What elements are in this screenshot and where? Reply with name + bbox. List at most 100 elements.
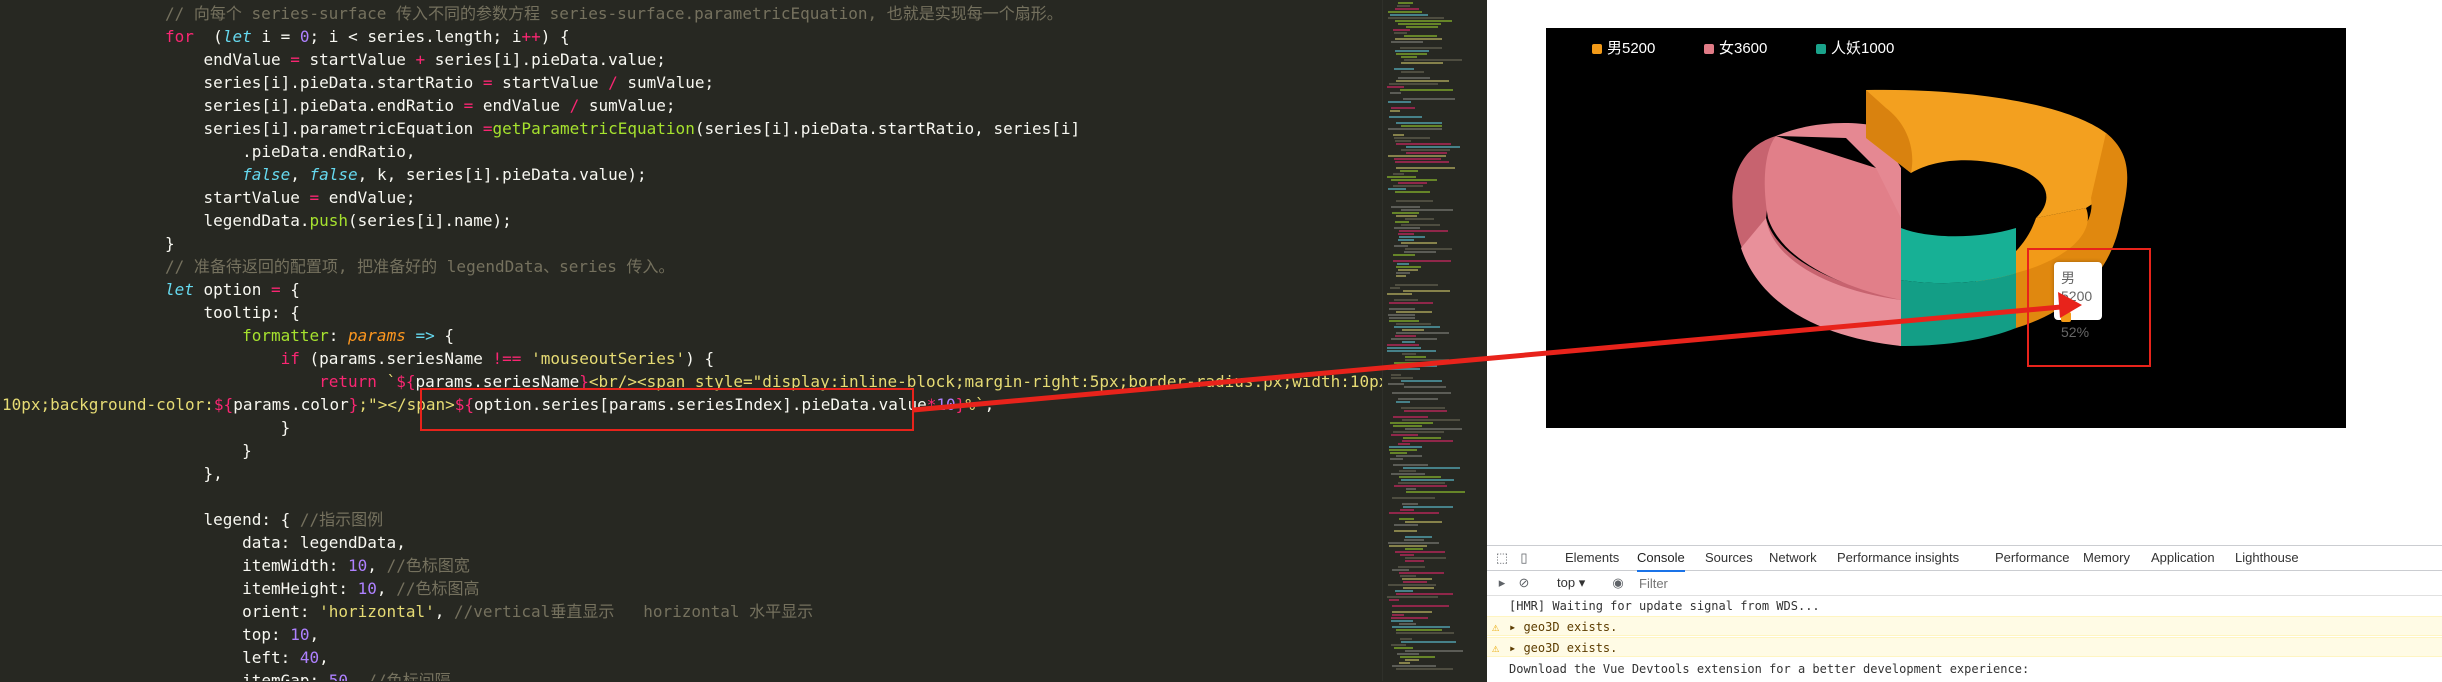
minimap-line (1401, 224, 1440, 226)
minimap-line (1393, 431, 1444, 433)
minimap-line (1398, 23, 1441, 25)
code-line[interactable]: series[i].pieData.endRatio = endValue / … (165, 94, 676, 117)
code-line[interactable]: tooltip: { (165, 301, 300, 324)
minimap-line (1398, 239, 1414, 241)
code-line[interactable]: .pieData.endRatio, (165, 140, 415, 163)
code-line[interactable]: return `${params.seriesName}<br/><span s… (165, 370, 1382, 393)
code-line[interactable]: itemWidth: 10, //色标图宽 (165, 554, 470, 577)
code-line[interactable]: data: legendData, (165, 531, 406, 554)
minimap-line (1405, 536, 1432, 538)
minimap-line (1396, 80, 1449, 82)
minimap-line (1392, 614, 1404, 616)
minimap-line (1387, 347, 1421, 349)
minimap-line (1389, 446, 1422, 448)
minimap-line (1390, 452, 1407, 454)
minimap-line (1399, 623, 1416, 625)
minimap-line (1391, 620, 1413, 622)
code-line[interactable]: formatter: params => { (165, 324, 454, 347)
code-line[interactable]: series[i].parametricEquation =getParamet… (165, 117, 1081, 140)
minimap-line (1392, 605, 1449, 607)
device-toolbar-icon[interactable]: ▯ (1517, 551, 1531, 565)
inspect-element-icon[interactable]: ⬚ (1495, 551, 1509, 565)
code-line[interactable]: legendData.push(series[i].name); (165, 209, 512, 232)
minimap-line (1389, 449, 1417, 451)
minimap-line (1397, 653, 1419, 655)
code-line[interactable]: orient: 'horizontal', //vertical垂直显示 hor… (165, 600, 813, 623)
tab-sources[interactable]: Sources (1705, 546, 1753, 570)
minimap-line (1393, 464, 1428, 466)
code-editor[interactable]: // 向每个 series-surface 传入不同的参数方程 series-s… (0, 0, 1382, 681)
console-warning[interactable]: ⚠ ▸ geo3D exists. (1487, 616, 2442, 636)
code-line[interactable]: itemHeight: 10, //色标图高 (165, 577, 479, 600)
minimap-line (1388, 128, 1442, 130)
console-message: [HMR] Waiting for update signal from WDS… (1509, 599, 1820, 613)
minimap-line (1405, 218, 1434, 220)
tab-console[interactable]: Console (1637, 546, 1685, 572)
code-line[interactable]: // 准备待返回的配置项, 把准备好的 legendData、series 传入… (165, 255, 675, 278)
code-line[interactable]: for (let i = 0; i < series.length; i++) … (165, 25, 570, 48)
code-line[interactable]: startValue = endValue; (165, 186, 416, 209)
minimap-line (1394, 647, 1413, 649)
minimap-line (1401, 407, 1445, 409)
sidebar-toggle-icon[interactable]: ▸ (1495, 576, 1509, 590)
minimap-line (1390, 110, 1400, 112)
context-select[interactable]: top ▾ (1557, 575, 1585, 591)
code-line[interactable]: } (165, 232, 175, 255)
warning-icon: ⚠ (1492, 620, 1500, 634)
tab-network[interactable]: Network (1769, 546, 1817, 570)
minimap-line (1393, 254, 1415, 256)
code-line[interactable]: } (165, 416, 291, 439)
minimap-line (1395, 590, 1413, 592)
tooltip-value: 52% (2061, 324, 2090, 340)
minimap-line (1398, 482, 1445, 484)
tab-performance-insights[interactable]: Performance insights (1837, 546, 1959, 570)
code-line[interactable]: // 向每个 series-surface 传入不同的参数方程 series-s… (165, 2, 1063, 25)
chart-3d-pie[interactable]: 男5200 女3600 人妖1000 男5200 52% (1546, 28, 2346, 428)
code-line[interactable]: top: 10, (165, 623, 319, 646)
minimap-line (1400, 656, 1435, 658)
minimap-line (1389, 599, 1399, 601)
tab-application[interactable]: Application (2151, 546, 2215, 570)
devtools-tabbar: ⬚ ▯ Elements Console Sources Network Per… (1487, 546, 2442, 572)
code-line[interactable]: let option = { (165, 278, 300, 301)
code-line[interactable]: series[i].pieData.startRatio = startValu… (165, 71, 715, 94)
code-line[interactable]: 10px;background-color:${params.color};">… (2, 393, 994, 416)
minimap-line (1404, 251, 1436, 253)
code-line[interactable]: }, (165, 462, 223, 485)
eye-icon[interactable]: ◉ (1611, 576, 1625, 590)
minimap-line (1398, 182, 1427, 184)
minimap-line (1396, 272, 1410, 274)
clear-console-icon[interactable]: ⊘ (1517, 576, 1531, 590)
minimap-line (1398, 77, 1430, 79)
code-line[interactable]: left: 40, (165, 646, 329, 669)
tab-elements[interactable]: Elements (1565, 546, 1619, 570)
chart-tooltip: 男5200 52% (2054, 262, 2102, 340)
minimap-line (1393, 425, 1422, 427)
code-line[interactable]: endValue = startValue + series[i].pieDat… (165, 48, 666, 71)
code-line[interactable]: false, false, k, series[i].pieData.value… (165, 163, 647, 186)
console-warning[interactable]: ⚠ ▸ geo3D exists. (1487, 637, 2442, 657)
code-line[interactable]: itemGap: 50, //色标间隔 (165, 669, 451, 681)
minimap-line (1387, 86, 1404, 88)
minimap-line (1396, 332, 1449, 334)
minimap-line (1401, 209, 1453, 211)
console-filter-input[interactable] (1637, 573, 1941, 593)
minimap-line (1396, 593, 1453, 595)
code-line[interactable]: legend: { //指示图例 (165, 508, 384, 531)
code-line[interactable]: if (params.seriesName !== 'mouseoutSerie… (165, 347, 715, 370)
tab-performance[interactable]: Performance (1995, 546, 2069, 570)
minimap-line (1393, 416, 1428, 418)
minimap[interactable] (1382, 0, 1483, 681)
code-line[interactable]: } (165, 439, 252, 462)
minimap-line (1405, 557, 1446, 559)
minimap-line (1402, 329, 1424, 331)
console-toolbar: ▸ ⊘ top ▾ ◉ (1487, 571, 2442, 596)
tab-memory[interactable]: Memory (2083, 546, 2130, 570)
warning-icon: ⚠ (1492, 641, 1500, 655)
tab-lighthouse[interactable]: Lighthouse (2235, 546, 2299, 570)
minimap-line (1401, 149, 1450, 151)
minimap-line (1393, 260, 1451, 262)
minimap-line (1392, 497, 1435, 499)
minimap-line (1391, 206, 1420, 208)
minimap-line (1396, 632, 1454, 634)
